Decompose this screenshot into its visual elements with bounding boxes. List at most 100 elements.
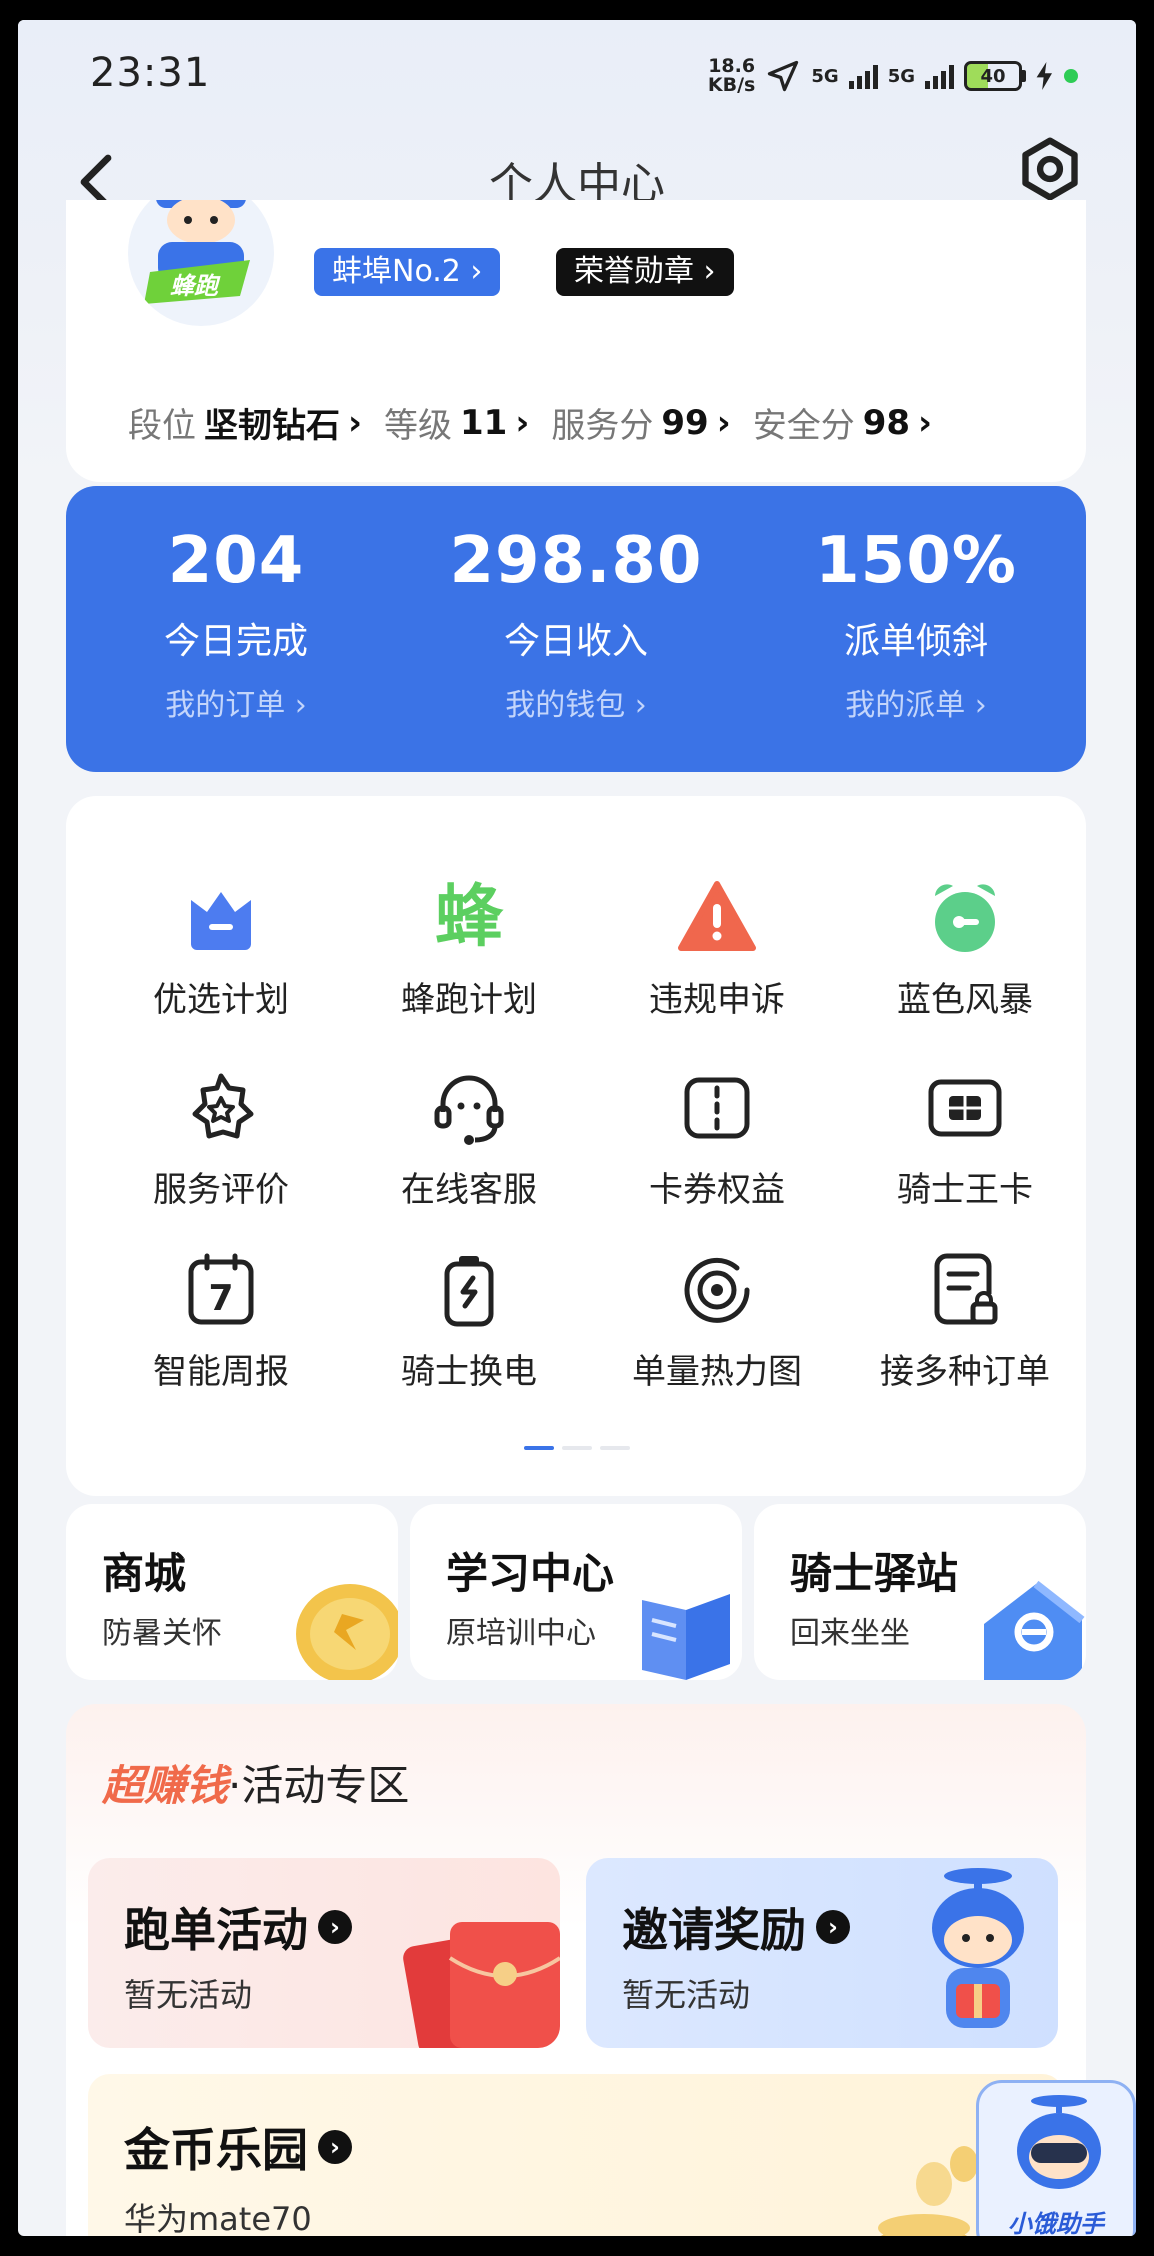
stat-key: 服务分: [551, 406, 654, 446]
stat-safety-score[interactable]: 安全分 98 ›: [753, 398, 932, 447]
promo-card-subtitle: 华为mate70: [124, 2200, 312, 2236]
today-summary-card: 204 今日完成 我的订单 › 298.80 今日收入 我的钱包 › 150% …: [66, 486, 1086, 772]
grid-item-battery-swap[interactable]: 骑士换电: [344, 1250, 594, 1410]
shortcut-mall[interactable]: 商城 防暑关怀: [66, 1504, 398, 1680]
sim-card-icon: [928, 1079, 1002, 1137]
stat-rank[interactable]: 段位 坚韧钻石 ›: [128, 398, 362, 447]
summary-value: 204: [167, 524, 305, 598]
grid-item-label: 服务评价: [153, 1170, 289, 1210]
grid-item-service-rating[interactable]: 服务评价: [96, 1068, 346, 1228]
summary-income[interactable]: 298.80 今日收入 我的钱包 ›: [406, 486, 746, 724]
promo-tag: 超赚钱: [102, 1761, 229, 1810]
promo-card-title: 跑单活动: [124, 1903, 308, 1957]
calendar-day-glyph: 7: [208, 1278, 233, 1319]
settings-gear-icon[interactable]: [1016, 135, 1084, 203]
coupon-icon: [684, 1077, 750, 1139]
crown-icon: [191, 892, 251, 950]
promo-run-activity[interactable]: 跑单活动 › 暂无活动: [88, 1858, 560, 2048]
stat-key: 段位: [128, 406, 196, 446]
summary-link[interactable]: 我的订单 ›: [66, 680, 406, 724]
promo-invite-reward[interactable]: 邀请奖励 › 暂无活动: [586, 1858, 1058, 2048]
charging-bolt-icon: [1036, 62, 1052, 90]
rider-mascot-icon: [932, 1868, 1024, 2028]
grid-item-label: 优选计划: [153, 980, 289, 1020]
book-icon: [642, 1594, 730, 1680]
battery-swap-icon: [444, 1256, 494, 1327]
grid-item-knight-card[interactable]: 骑士王卡: [840, 1068, 1090, 1228]
rider-avatar-icon: 蜂跑: [144, 200, 250, 304]
status-icons: 18.6 KB/s 5G 5G 40: [708, 54, 1078, 98]
shortcut-title: 商城: [102, 1549, 187, 1598]
promo-card-title: 金币乐园: [124, 2123, 308, 2177]
grid-item-label: 卡券权益: [649, 1170, 785, 1210]
stat-key: 安全分: [752, 406, 855, 446]
promo-card-subtitle: 暂无活动: [622, 1976, 751, 2014]
summary-value: 150%: [815, 524, 1017, 598]
summary-completed[interactable]: 204 今日完成 我的订单 ›: [66, 486, 406, 724]
profile-card: 蜂跑 蚌埠No.2 › 荣誉勋章 › 段位 坚韧钻石 › 等级 11 › 服务分 99 › …: [66, 200, 1086, 482]
stat-value: 99: [661, 402, 709, 443]
summary-link[interactable]: 我的钱包 ›: [406, 680, 746, 724]
grid-item-bee-plan[interactable]: 蜂 蜂跑计划: [344, 878, 594, 1038]
order-doc-icon: [934, 1253, 998, 1325]
stat-value: 98: [862, 402, 911, 443]
grid-item-coupons[interactable]: 卡券权益: [592, 1068, 842, 1228]
summary-link[interactable]: 我的派单 ›: [746, 680, 1086, 724]
grid-item-violation-appeal[interactable]: 违规申诉: [592, 878, 842, 1038]
signal-bars-1-icon: [848, 63, 878, 89]
grid-item-preferred-plan[interactable]: 优选计划: [96, 878, 346, 1038]
shortcut-title: 学习中心: [446, 1549, 615, 1598]
target-icon: [684, 1257, 750, 1323]
summary-label: 今日收入: [503, 621, 648, 662]
grid-item-weekly-report[interactable]: 7 智能周报: [96, 1250, 346, 1410]
honor-badge-tag[interactable]: 荣誉勋章 ›: [556, 248, 734, 296]
grid-item-label: 蜂跑计划: [401, 980, 537, 1020]
grid-item-label: 智能周报: [153, 1352, 289, 1392]
feature-grid: 优选计划 蜂 蜂跑计划 违规申诉 蓝色风暴 服务评价 在线客服 卡券权益 骑士王…: [66, 796, 1086, 1496]
headset-icon: [434, 1075, 504, 1145]
arrow-right-icon: ›: [318, 1910, 352, 1944]
grid-item-heatmap[interactable]: 单量热力图: [592, 1250, 842, 1410]
stat-value: 11: [460, 402, 508, 443]
house-icon: [984, 1580, 1085, 1680]
stat-level[interactable]: 等级 11 ›: [384, 398, 529, 447]
stat-key: 等级: [384, 406, 453, 446]
rider-stats: 段位 坚韧钻石 › 等级 11 › 服务分 99 › 安全分 98 ›: [128, 398, 932, 447]
assistant-label: 小饿助手: [1008, 2210, 1104, 2236]
grid-item-online-support[interactable]: 在线客服: [344, 1068, 594, 1228]
summary-dispatch[interactable]: 150% 派单倾斜 我的派单 ›: [746, 486, 1086, 724]
grid-item-label: 骑士换电: [401, 1352, 537, 1392]
promo-section: 超赚钱·活动专区 跑单活动 › 暂无活动 邀请奖励 › 暂无活动 金币乐园 › 华为m…: [66, 1704, 1086, 2236]
stat-service-score[interactable]: 服务分 99 ›: [551, 398, 730, 447]
network-speed: 18.6 KB/s: [708, 57, 755, 95]
grid-page-indicator: [524, 1446, 630, 1450]
grid-item-label: 违规申诉: [649, 980, 785, 1020]
shortcut-learning-center[interactable]: 学习中心 原培训中心: [410, 1504, 742, 1680]
avatar[interactable]: 蜂跑: [128, 200, 274, 326]
assistant-button[interactable]: 小饿助手: [976, 2080, 1136, 2236]
status-bar: 23:31 18.6 KB/s 5G 5G 40: [18, 20, 1136, 130]
shortcut-subtitle: 防暑关怀: [102, 1616, 222, 1651]
chevron-right-icon: ›: [716, 402, 731, 443]
summary-label: 今日完成: [163, 621, 308, 662]
promo-heading: 超赚钱·活动专区: [102, 1752, 409, 1813]
shortcut-knight-station[interactable]: 骑士驿站 回来坐坐: [754, 1504, 1086, 1680]
alarm-clock-icon: [935, 884, 995, 952]
shortcut-subtitle: 回来坐坐: [790, 1616, 910, 1651]
grid-item-multi-orders[interactable]: 接多种订单: [840, 1250, 1090, 1410]
gold-coin-park[interactable]: 金币乐园 › 华为mate70: [88, 2074, 1064, 2236]
signal-label-2: 5G: [887, 65, 915, 87]
grid-item-blue-storm[interactable]: 蓝色风暴: [840, 878, 1090, 1038]
coin-icon: [296, 1584, 398, 1680]
red-envelope-icon: [403, 1922, 560, 2048]
chevron-right-icon: ›: [515, 402, 530, 443]
summary-value: 298.80: [449, 524, 703, 598]
arrow-right-icon: ›: [816, 1910, 850, 1944]
promo-card-subtitle: 暂无活动: [124, 1976, 253, 2014]
status-time: 23:31: [90, 50, 211, 96]
battery-level: 40: [964, 61, 1022, 91]
promo-title: ·活动专区: [228, 1761, 410, 1810]
grid-item-label: 在线客服: [401, 1170, 537, 1210]
shortcut-subtitle: 原培训中心: [446, 1616, 596, 1651]
city-rank-tag[interactable]: 蚌埠No.2 ›: [314, 248, 501, 296]
